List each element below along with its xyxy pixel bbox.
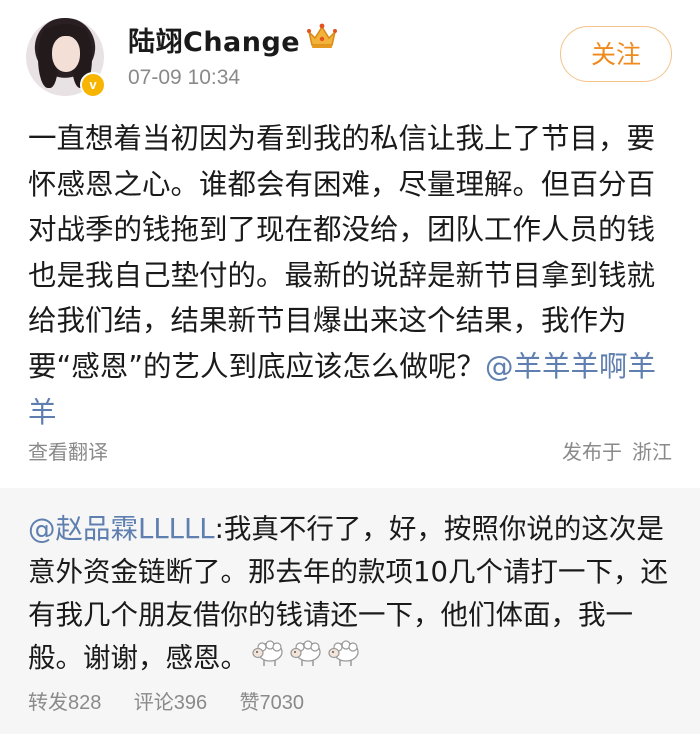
like-count: 7030 [259,692,304,714]
follow-button[interactable]: 关注 [560,26,672,82]
repost-stats: 转发828 评论396 赞7030 [28,686,330,715]
sheep-icon [326,638,362,681]
repost-card[interactable]: @赵品霖LLLLL:我真不行了，好，按照你说的这次是意外资金链断了。那去年的款项… [0,488,700,734]
repost-label: 转发 [28,690,68,714]
post-body: 一直想着当初因为看到我的私信让我上了节目，要怀感恩之心。谁都会有困难，尽量理解。… [28,116,678,435]
post-body-text: 一直想着当初因为看到我的私信让我上了节目，要怀感恩之心。谁都会有困难，尽量理解。… [28,122,656,383]
weibo-post: v 陆翊Change 07-09 10:34 关注 一直想着当初因为看到我的私信… [0,0,700,480]
post-timestamp: 07-09 10:34 [128,66,241,89]
comment-count: 396 [173,692,208,714]
repost-mention-link[interactable]: @赵品霖LLLLL [28,513,215,545]
repost-body: @赵品霖LLLLL:我真不行了，好，按照你说的这次是意外资金链断了。那去年的款项… [28,508,678,681]
post-location: 发布于 浙江 [562,436,672,465]
repost-count-button[interactable]: 转发828 [28,686,101,715]
sheep-icon [250,638,286,681]
author-name[interactable]: 陆翊Change [128,20,300,59]
location-prefix: 发布于 [562,440,622,464]
verified-badge-icon: v [80,72,106,98]
translate-link[interactable]: 查看翻译 [28,436,108,465]
crown-icon [307,23,337,48]
sheep-icon [288,638,324,681]
comment-label: 评论 [133,690,174,714]
repost-count: 828 [68,692,102,714]
comment-count-button[interactable]: 评论396 [134,686,207,715]
like-label: 赞 [239,690,260,714]
location-value: 浙江 [632,440,672,464]
like-count-button[interactable]: 赞7030 [239,686,304,715]
